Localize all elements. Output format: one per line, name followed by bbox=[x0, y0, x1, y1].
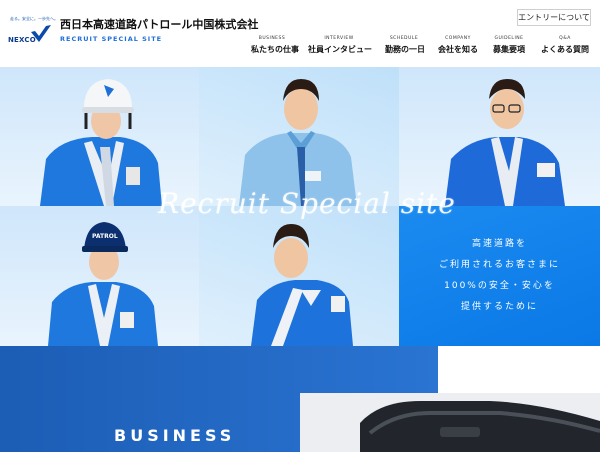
staff-photo-glasses-image bbox=[445, 79, 565, 206]
business-photo-image bbox=[300, 393, 600, 452]
staff-photo-vest-image bbox=[251, 224, 353, 346]
nav-item-en: COMPANY bbox=[445, 36, 471, 41]
hero-message-line-2: ご利用されるお客さまに bbox=[438, 260, 560, 270]
hero-message-line-3: 100%の安全・安心を bbox=[444, 281, 555, 291]
staff-photo-cap-image: PATROL bbox=[48, 222, 158, 346]
hero-message-line-4: 提供するために bbox=[460, 302, 538, 312]
logo-wordmark: NEXCO bbox=[8, 36, 36, 44]
nav-item-ja: 会社を知る bbox=[438, 45, 478, 54]
nav-item-qa[interactable]: Q&A よくある質問 bbox=[541, 36, 589, 55]
nav-item-ja: 募集要項 bbox=[493, 45, 525, 54]
nav-item-ja: 勤務の一日 bbox=[385, 45, 425, 54]
business-photo bbox=[300, 393, 600, 452]
nav-item-en: SCHEDULE bbox=[389, 36, 419, 41]
staff-photo-cap: PATROL bbox=[0, 206, 199, 346]
staff-photo-helmet bbox=[0, 67, 199, 206]
nav-item-en: GUIDELINE bbox=[494, 36, 524, 41]
nav-item-en: Q&A bbox=[559, 36, 571, 41]
nav-item-company[interactable]: COMPANY 会社を知る bbox=[438, 36, 478, 55]
nav-item-schedule[interactable]: SCHEDULE 勤務の一日 bbox=[385, 36, 425, 55]
hero-message: 高速道路を ご利用されるお客さまに 100%の安全・安心を 提供するために bbox=[399, 206, 600, 346]
cap-text: PATROL bbox=[92, 233, 118, 240]
nav-item-ja: 私たちの仕事 bbox=[251, 45, 299, 54]
staff-photo-helmet-image bbox=[40, 79, 162, 206]
logo-tagline: 走る。安全に。一歩先へ。 bbox=[10, 16, 58, 21]
staff-photo-office bbox=[199, 67, 399, 206]
hero-grid: PATROL 高速道路を ご利用されるお客さまに 100%の安全・安心を 提供す… bbox=[0, 67, 600, 346]
nav-item-guideline[interactable]: GUIDELINE 募集要項 bbox=[492, 36, 526, 55]
staff-photo-vest bbox=[199, 206, 399, 346]
company-name[interactable]: 西日本高速道路パトロール中国株式会社 bbox=[60, 16, 258, 32]
nav-item-en: BUSINESS bbox=[258, 36, 286, 41]
staff-photo-glasses bbox=[399, 67, 600, 206]
nav-item-ja: 社員インタビュー bbox=[308, 45, 372, 54]
business-title: BUSINESS bbox=[114, 426, 236, 445]
nav-item-business[interactable]: BUSINESS 私たちの仕事 bbox=[251, 36, 299, 55]
hero-message-line-1: 高速道路を bbox=[471, 239, 527, 249]
nav-item-interview[interactable]: INTERVIEW 社員インタビュー bbox=[308, 36, 372, 55]
site-subtitle: RECRUIT SPECIAL SITE bbox=[60, 35, 163, 43]
entry-button[interactable]: エントリーについて bbox=[517, 9, 591, 26]
nav-item-ja: よくある質問 bbox=[541, 45, 589, 54]
site-header: 走る。安全に。一歩先へ。 NEXCO 西日本高速道路パトロール中国株式会社 RE… bbox=[0, 0, 600, 67]
staff-photo-office-image bbox=[239, 79, 357, 206]
nexco-logo[interactable]: 走る。安全に。一歩先へ。 NEXCO bbox=[8, 16, 58, 46]
hero-script-title: Recruit Special site bbox=[158, 187, 456, 220]
nav-item-en: INTERVIEW bbox=[324, 36, 354, 41]
